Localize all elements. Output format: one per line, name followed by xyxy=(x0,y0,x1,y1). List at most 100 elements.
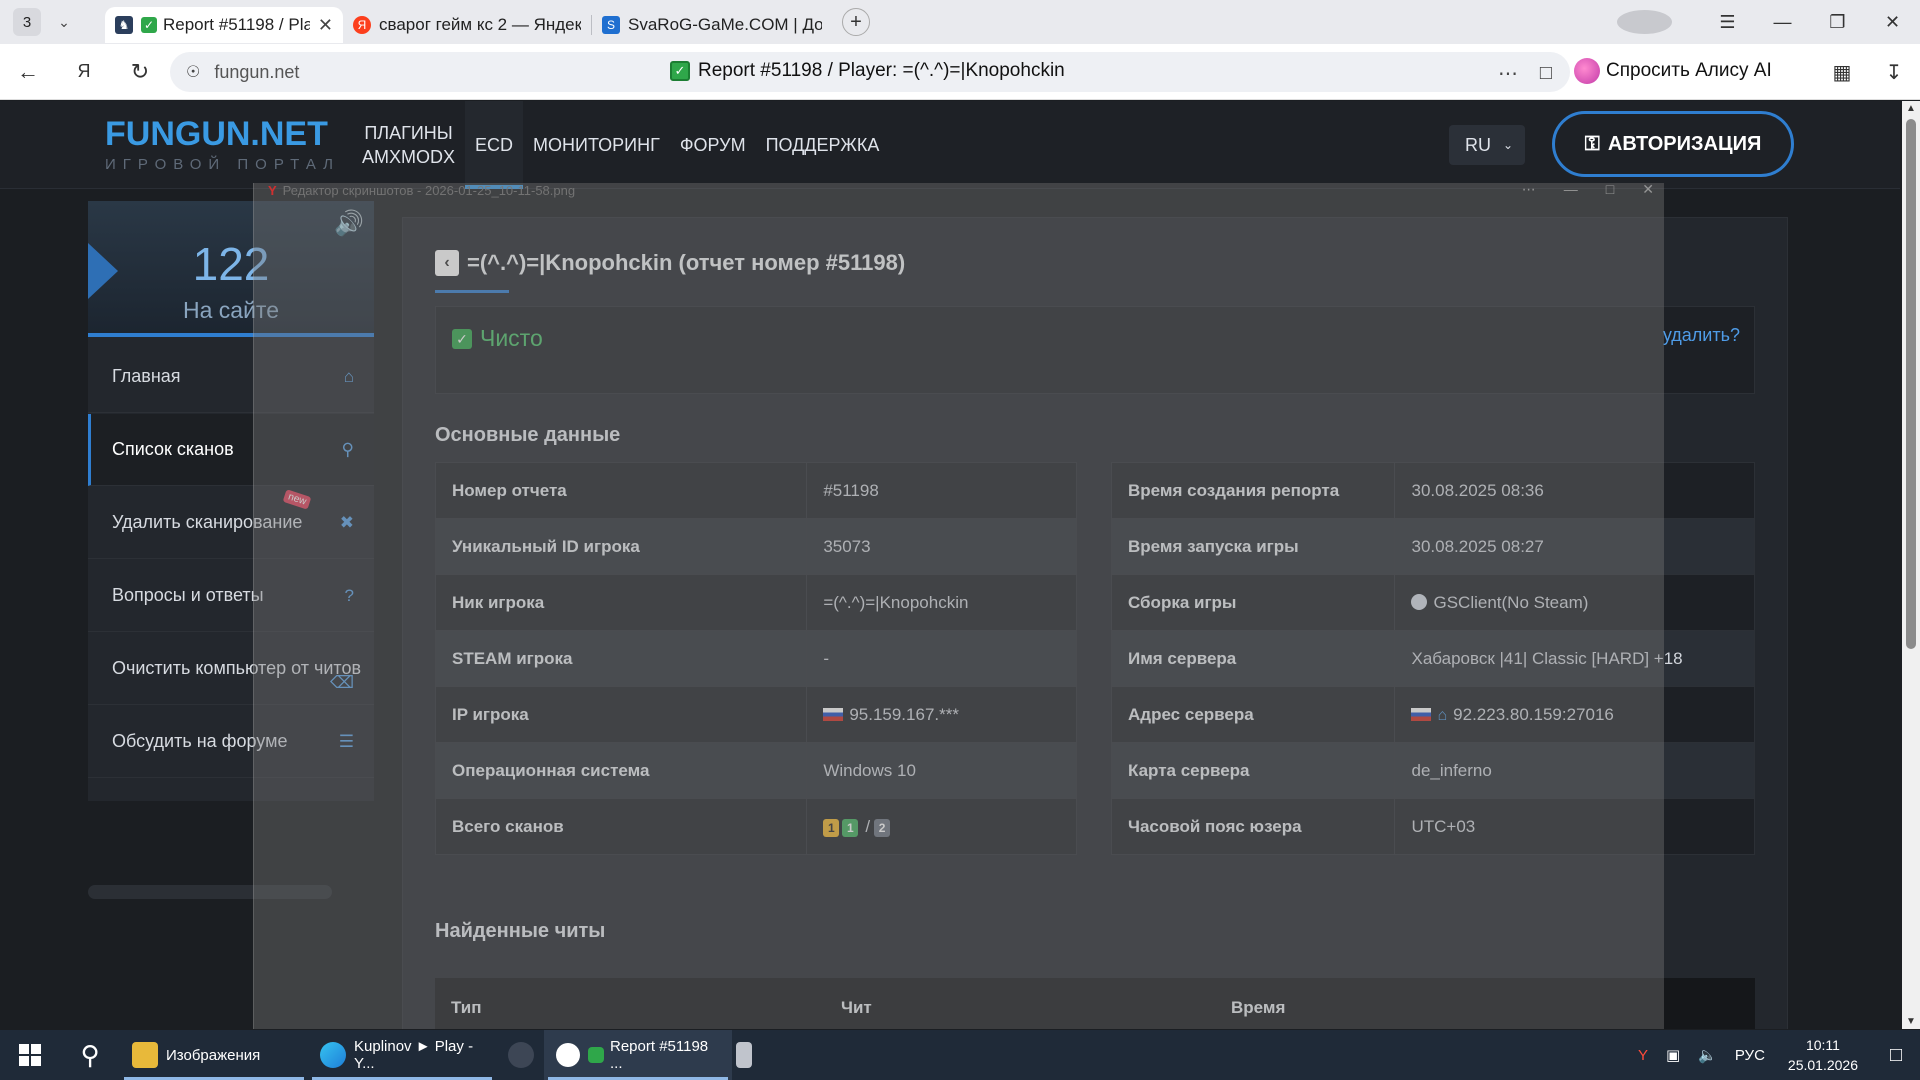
notifications-icon[interactable]: □ xyxy=(1872,1044,1920,1067)
search-icon[interactable]: ⚲ xyxy=(60,1030,120,1080)
scroll-down-icon[interactable]: ▼ xyxy=(1906,1016,1916,1027)
menu-monitoring[interactable]: МОНИТОРИНГ xyxy=(523,101,670,189)
language-indicator[interactable]: РУС xyxy=(1735,1047,1765,1064)
tab-report[interactable]: ♞ ✓ Report #51198 / Pla ✕ xyxy=(105,7,343,43)
menu-forum[interactable]: ФОРУМ xyxy=(670,101,756,189)
page-title-in-address: ✓ Report #51198 / Player: =(^.^)=|Knopoh… xyxy=(670,60,1065,82)
language-value: RU xyxy=(1465,134,1491,155)
chevron-down-icon: ⌄ xyxy=(1502,138,1513,152)
alice-label: Спросить Алису AI xyxy=(1606,60,1772,81)
back-arrow-icon[interactable]: ← xyxy=(0,59,56,85)
editor-maximize-icon[interactable]: □ xyxy=(1606,181,1614,198)
url-host: fungun.net xyxy=(214,61,300,82)
alice-orb-icon xyxy=(1574,58,1600,84)
yandex-favicon-icon: Я xyxy=(353,16,371,34)
auth-label: АВТОРИЗАЦИЯ xyxy=(1607,132,1762,155)
sidebar-item-label: Вопросы и ответы xyxy=(112,585,264,605)
bookmark-icon[interactable]: □ xyxy=(1540,62,1552,85)
alice-ai-button[interactable]: Спросить Алису AI xyxy=(1574,53,1772,89)
editor-minimize-icon[interactable]: — xyxy=(1564,181,1578,198)
taskbar-app-label: Report #51198 ... xyxy=(610,1038,709,1072)
start-button[interactable] xyxy=(0,1030,60,1080)
scroll-thumb[interactable] xyxy=(1906,119,1916,649)
page-title-text: Report #51198 / Player: =(^.^)=|Knopohck… xyxy=(698,60,1065,81)
taskbar-app-label: Изображения xyxy=(166,1046,261,1064)
clock-date: 25.01.2026 xyxy=(1787,1057,1858,1073)
minimize-icon[interactable]: — xyxy=(1755,12,1810,33)
yandex-icon: Y xyxy=(268,183,277,198)
browser-tab-strip: 3 ⌄ ♞ ✓ Report #51198 / Pla ✕ Я сварог г… xyxy=(0,0,1920,44)
tab-list-chevron-icon[interactable]: ⌄ xyxy=(47,8,81,36)
website-viewport: FUNGUN.NET ИГРОВОЙ ПОРТАЛ ПЛАГИНЫ AMXMODX… xyxy=(0,101,1900,1029)
reload-icon[interactable]: ↻ xyxy=(112,59,168,85)
taskbar-app-yandex[interactable]: Report #51198 ... xyxy=(544,1030,732,1080)
editor-window-controls: ⋯ — □ ✕ xyxy=(1522,181,1654,198)
delete-link[interactable]: удалить? xyxy=(1663,325,1740,346)
check-icon xyxy=(588,1047,604,1063)
fungun-favicon-icon: ♞ xyxy=(115,16,133,34)
check-icon: ✓ xyxy=(141,17,157,33)
taskbar-app-cs[interactable] xyxy=(496,1030,544,1080)
new-tab-plus-icon[interactable]: + xyxy=(842,8,870,36)
restore-icon[interactable]: ❐ xyxy=(1810,12,1865,33)
sidebar-item-label: Главная xyxy=(112,366,181,386)
auth-button[interactable]: ⚿ АВТОРИЗАЦИЯ xyxy=(1552,111,1794,177)
tab-close-icon[interactable]: ✕ xyxy=(318,15,333,36)
screenshot-editor-overlay[interactable]: Y Редактор скриншотов - 2026-01-25_10-11… xyxy=(253,181,1664,1029)
sidebar-item-label: Список сканов xyxy=(112,439,234,459)
check-icon: ✓ xyxy=(670,61,690,81)
yandex-tray-icon[interactable]: Y xyxy=(1638,1047,1648,1064)
menu-plugins[interactable]: ПЛАГИНЫ AMXMODX xyxy=(352,101,465,189)
translate-icon[interactable]: ▦ xyxy=(1816,60,1868,85)
site-security-icon[interactable]: ☉ xyxy=(186,62,200,82)
clock[interactable]: 10:11 25.01.2026 xyxy=(1788,1035,1858,1075)
logo-main: FUNGUN.NET xyxy=(105,115,328,153)
yandex-home-icon[interactable]: Я xyxy=(56,61,112,82)
close-window-icon[interactable]: ✕ xyxy=(1865,12,1920,33)
scroll-up-icon[interactable]: ▲ xyxy=(1906,103,1916,114)
folder-icon xyxy=(132,1042,158,1068)
page-scrollbar[interactable]: ▲ ▼ xyxy=(1902,101,1920,1029)
taskbar-app-label: Kuplinov ► Play - Y... xyxy=(354,1038,474,1072)
edge-icon xyxy=(320,1042,346,1068)
toolbar-right: ▦ ↧ xyxy=(1816,44,1920,100)
editor-close-icon[interactable]: ✕ xyxy=(1642,181,1654,198)
app-icon xyxy=(736,1042,752,1068)
main-menu: ПЛАГИНЫ AMXMODX ECD МОНИТОРИНГ ФОРУМ ПОДД… xyxy=(352,101,889,189)
editor-title-text: Редактор скриншотов - 2026-01-25_10-11-5… xyxy=(282,183,576,198)
more-dots-icon[interactable]: ⋯ xyxy=(1498,61,1518,86)
game-icon xyxy=(508,1042,534,1068)
taskbar: ⚲ Изображения Kuplinov ► Play - Y... Rep… xyxy=(0,1030,1920,1080)
tab-count-button[interactable]: 3 xyxy=(13,8,41,36)
svarog-favicon-icon: S xyxy=(602,16,620,34)
tab-title: сварог гейм кс 2 — Яндек xyxy=(379,15,581,34)
windows-logo-icon xyxy=(19,1044,41,1066)
editor-more-icon[interactable]: ⋯ xyxy=(1522,181,1536,198)
yandex-browser-icon xyxy=(556,1043,580,1067)
system-tray: Y ▣ 🔈 РУС 10:11 25.01.2026 □ xyxy=(1629,1030,1920,1080)
browser-address-bar: ← Я ↻ ☉ fungun.net ✓ Report #51198 / Pla… xyxy=(0,44,1920,100)
tab-title: SvaRoG-GaMe.COM | Доб xyxy=(628,15,822,34)
tab-svarog[interactable]: S SvaRoG-GaMe.COM | Доб xyxy=(592,7,832,43)
tab-title: Report #51198 / Pla xyxy=(163,15,310,34)
taskbar-app-extra[interactable] xyxy=(732,1030,762,1080)
download-icon[interactable]: ↧ xyxy=(1868,60,1920,85)
site-logo[interactable]: FUNGUN.NET ИГРОВОЙ ПОРТАЛ xyxy=(105,115,340,173)
taskbar-app-edge[interactable]: Kuplinov ► Play - Y... xyxy=(308,1030,496,1080)
menu-ecd[interactable]: ECD xyxy=(465,101,524,189)
tab-yandex-search[interactable]: Я сварог гейм кс 2 — Яндек xyxy=(343,7,591,43)
menu-support[interactable]: ПОДДЕРЖКА xyxy=(756,101,890,189)
editor-title: Y Редактор скриншотов - 2026-01-25_10-11… xyxy=(268,183,575,198)
window-controls: ☰ — ❐ ✕ xyxy=(1617,0,1920,44)
profile-avatar-icon[interactable] xyxy=(1617,10,1672,34)
logo-sub: ИГРОВОЙ ПОРТАЛ xyxy=(105,156,340,173)
site-header: FUNGUN.NET ИГРОВОЙ ПОРТАЛ ПЛАГИНЫ AMXMODX… xyxy=(0,101,1900,189)
network-icon[interactable]: ▣ xyxy=(1666,1046,1680,1064)
volume-icon[interactable]: 🔈 xyxy=(1698,1046,1717,1064)
menu-icon[interactable]: ☰ xyxy=(1700,12,1755,33)
url-actions: ⋯ □ xyxy=(1498,61,1552,86)
clock-time: 10:11 xyxy=(1805,1037,1840,1053)
taskbar-app-explorer[interactable]: Изображения xyxy=(120,1030,308,1080)
language-select[interactable]: RU ⌄ xyxy=(1449,125,1525,165)
url-field[interactable]: ☉ fungun.net ✓ Report #51198 / Player: =… xyxy=(170,52,1570,92)
